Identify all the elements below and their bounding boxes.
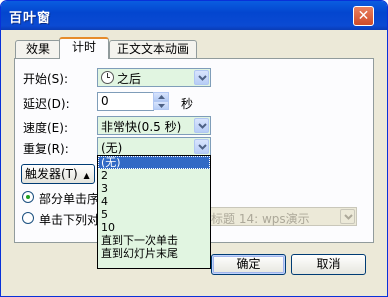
delay-label: 延迟(D): — [23, 97, 70, 111]
radio-start-on-click-label: 单击下列对 — [39, 213, 100, 227]
repeat-value: (无) — [101, 141, 123, 155]
trigger-shape-dropdown-button[interactable] — [340, 209, 355, 224]
chevron-down-icon — [198, 75, 207, 81]
ok-button[interactable]: 确定 — [211, 254, 286, 275]
list-item[interactable]: 直到下一次单击 — [98, 234, 210, 247]
radio-animate-as-part-label: 部分单击序 — [39, 192, 100, 206]
trigger-button[interactable]: 触发器(T) ▲ — [21, 164, 95, 184]
radio-selected-dot — [26, 195, 30, 199]
radio-start-on-click[interactable] — [22, 212, 34, 224]
start-select[interactable]: 之后 — [97, 68, 211, 87]
radio-animate-as-part[interactable] — [22, 191, 34, 203]
tab-timing[interactable]: 计时 — [59, 37, 109, 59]
start-value: 之后 — [101, 70, 141, 87]
arrow-down-icon — [158, 104, 165, 108]
speed-label: 速度(E): — [23, 121, 68, 135]
delay-input[interactable]: 0 — [97, 92, 154, 111]
tab-text-animation-label: 正文文本动画 — [116, 42, 189, 56]
start-dropdown-button[interactable] — [194, 70, 209, 85]
repeat-dropdown-button[interactable] — [194, 139, 209, 154]
chevron-down-icon — [198, 144, 207, 150]
speed-select[interactable]: 非常快(0.5 秒) — [97, 116, 211, 135]
list-item[interactable]: 10 — [98, 221, 210, 234]
title-bar[interactable]: 百叶窗 ✕ — [1, 1, 387, 30]
repeat-label: 重复(R): — [23, 142, 69, 156]
speed-dropdown-button[interactable] — [194, 118, 209, 133]
trigger-label: 触发器(T) — [25, 167, 78, 181]
trigger-shape-select[interactable]: 标题 14: wps演示 — [207, 207, 357, 226]
chevron-down-icon — [344, 214, 353, 220]
delay-unit: 秒 — [181, 97, 194, 111]
repeat-select[interactable]: (无) — [97, 137, 211, 156]
trigger-shape-value: 标题 14: wps演示 — [211, 212, 310, 226]
close-button[interactable]: ✕ — [353, 6, 374, 26]
delay-value: 0 — [101, 94, 109, 108]
animation-dialog: 百叶窗 ✕ 效果 计时 正文文本动画 开始(S): 之后 延迟(D): 0 秒 … — [0, 0, 388, 297]
delay-spinner[interactable] — [153, 92, 169, 111]
repeat-dropdown-list[interactable]: (无) 2 3 4 5 10 直到下一次单击 直到幻灯片末尾 — [97, 155, 211, 269]
list-item[interactable]: 直到幻灯片末尾 — [98, 247, 210, 260]
list-item[interactable]: 3 — [98, 182, 210, 195]
chevron-down-icon — [198, 123, 207, 129]
dialog-title: 百叶窗 — [9, 11, 52, 26]
arrow-up-icon — [158, 95, 165, 99]
spin-down-button[interactable] — [153, 101, 169, 110]
speed-value: 非常快(0.5 秒) — [101, 120, 182, 134]
collapse-arrow-icon: ▲ — [83, 171, 90, 180]
list-item[interactable]: 4 — [98, 195, 210, 208]
start-label: 开始(S): — [23, 72, 69, 86]
tab-effect-label: 效果 — [25, 42, 50, 56]
tab-text-animation[interactable]: 正文文本动画 — [109, 40, 197, 58]
tab-timing-label: 计时 — [71, 40, 96, 54]
tab-effect[interactable]: 效果 — [15, 40, 61, 58]
list-item[interactable]: 5 — [98, 208, 210, 221]
list-item[interactable]: (无) — [98, 156, 210, 169]
cancel-button[interactable]: 取消 — [291, 254, 366, 275]
close-icon: ✕ — [357, 8, 370, 24]
start-value-text: 之后 — [117, 72, 142, 86]
clock-icon — [101, 71, 114, 84]
list-item[interactable]: 2 — [98, 169, 210, 182]
spin-up-button[interactable] — [153, 92, 169, 101]
